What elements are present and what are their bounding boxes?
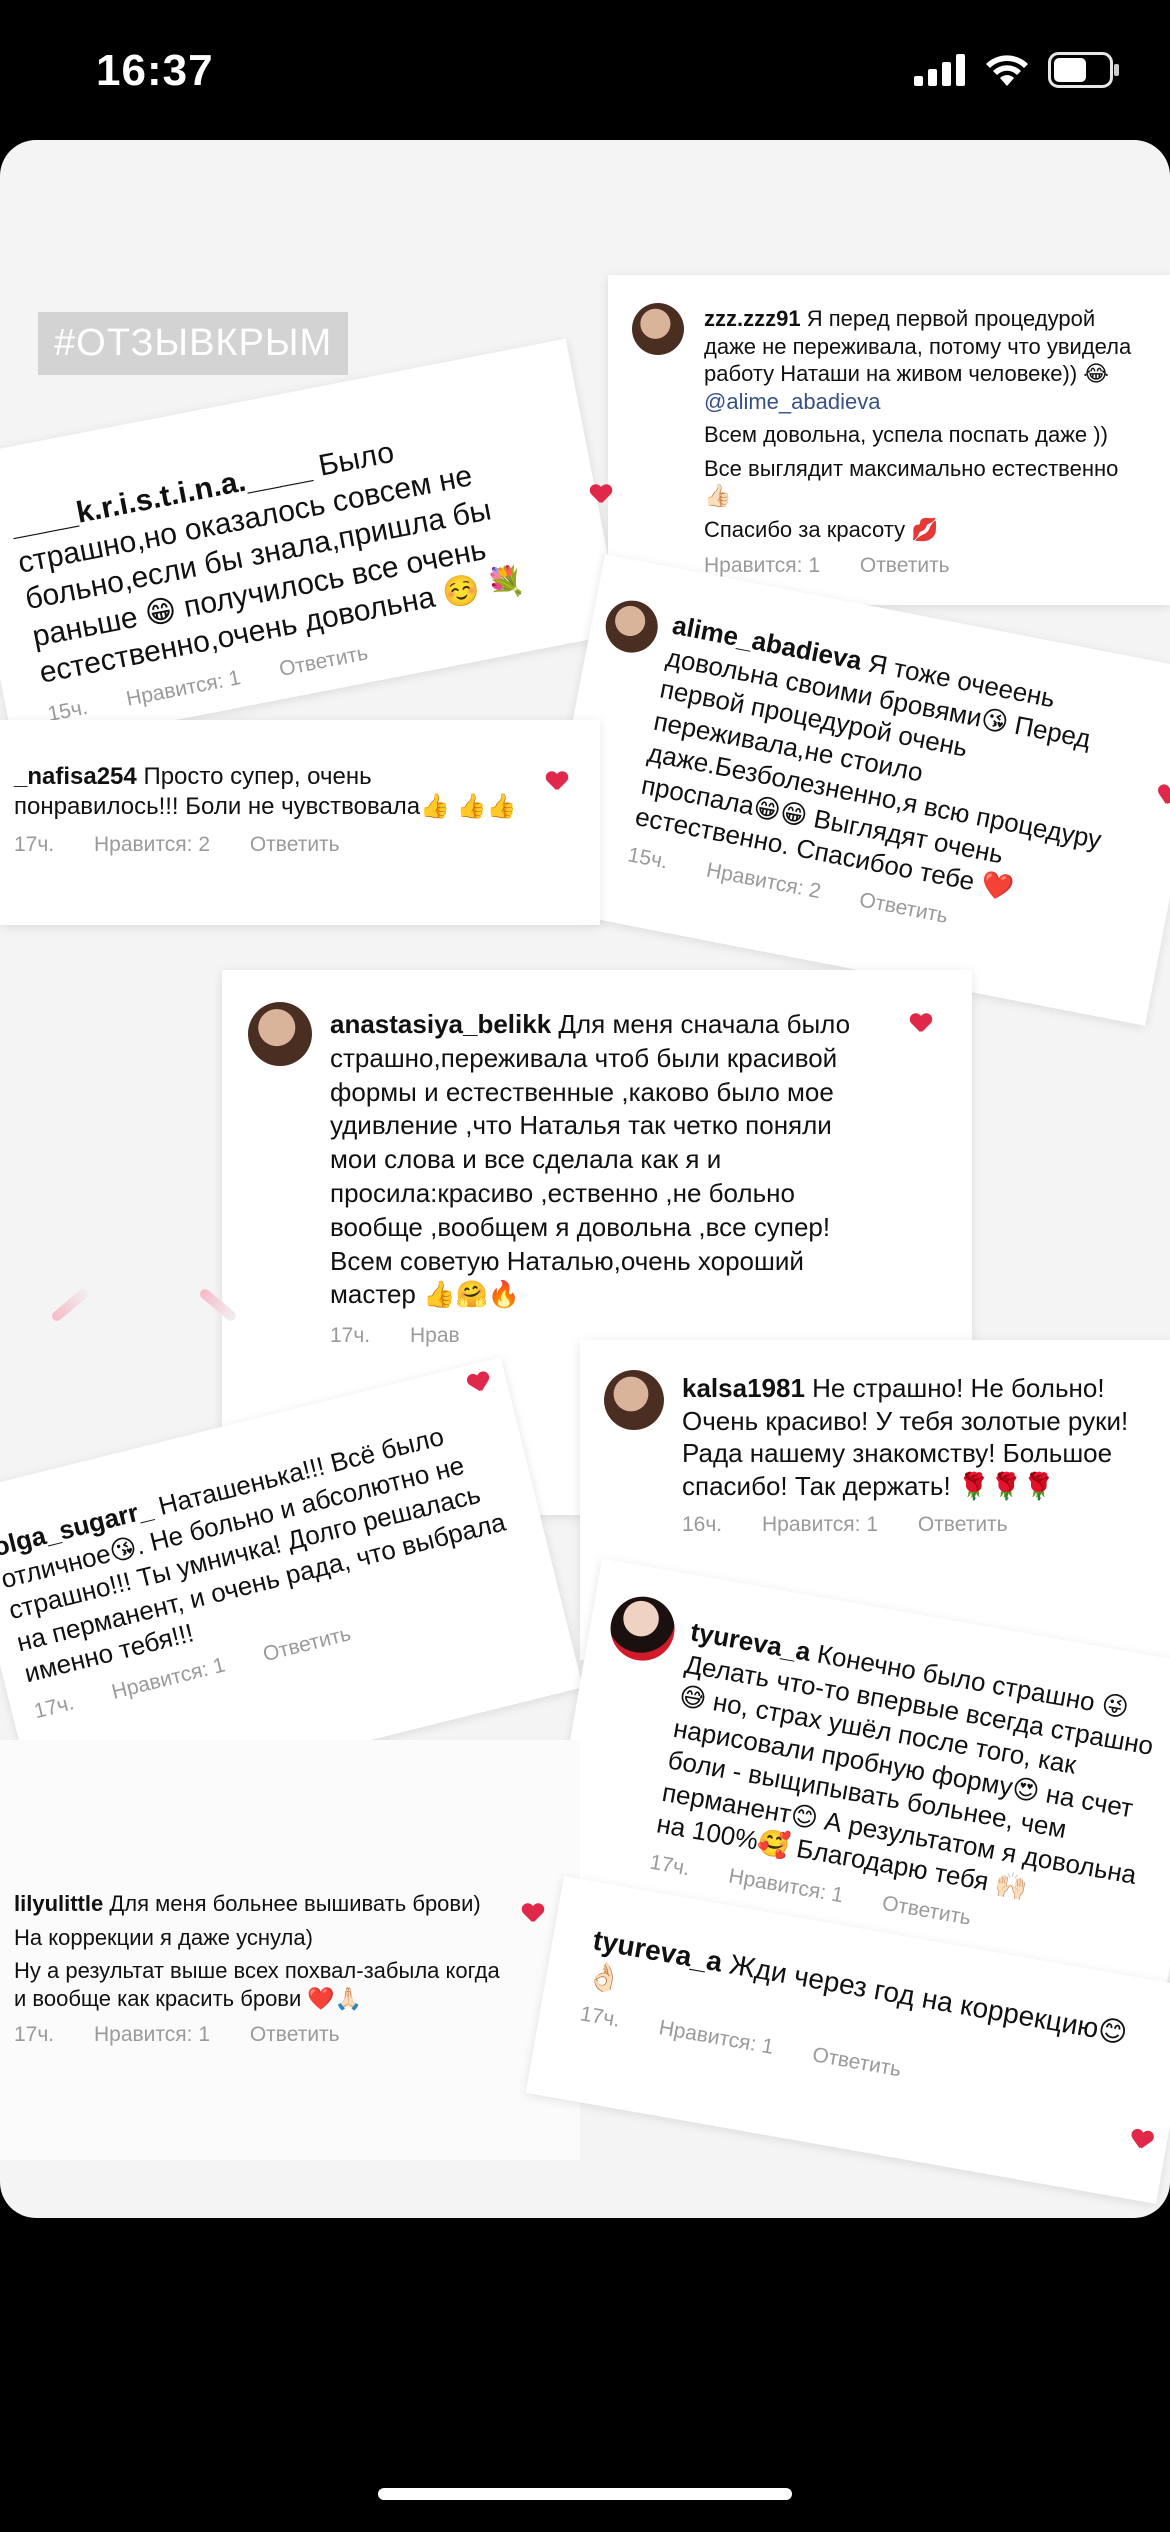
heart-icon[interactable] — [466, 1371, 492, 1396]
comment-username[interactable]: zzz.zzz91 — [704, 306, 801, 331]
comment-meta: Нравится: 1 Ответить — [704, 553, 1150, 579]
comment-time: 16ч. — [682, 1513, 723, 1536]
heart-icon[interactable] — [522, 1904, 544, 1924]
comment-likes[interactable]: Нравится: 1 — [727, 1864, 845, 1907]
reply-button[interactable]: Ответить — [277, 641, 370, 681]
comment-text-line: Всем советую Наталью,очень хороший масте… — [330, 1245, 804, 1310]
comment-likes[interactable]: Нравится: 1 — [94, 2023, 210, 2046]
comment-likes[interactable]: Нрав — [410, 1324, 460, 1347]
comment-time: 17ч. — [330, 1324, 371, 1348]
avatar[interactable] — [632, 303, 684, 355]
comment-username[interactable]: _nafisa254 — [14, 763, 137, 790]
comment-time: 17ч. — [31, 1690, 77, 1723]
reply-button[interactable]: Ответить — [250, 2023, 340, 2046]
comment-text-line: Всем довольна, успела поспать даже )) — [704, 422, 1108, 447]
heart-icon[interactable] — [910, 1014, 932, 1034]
comment-text-line: На коррекции я даже уснула) — [14, 1924, 313, 1950]
reply-button[interactable]: Ответить — [811, 2043, 903, 2081]
comment-text-line: Ну а результат выше всех похвал-забыла к… — [14, 1958, 500, 2011]
comment-username[interactable]: anastasiya_belikk — [330, 1009, 551, 1039]
avatar[interactable] — [605, 1591, 680, 1666]
heart-icon[interactable] — [546, 772, 568, 792]
comment-lilyu: lilyulittle Для меня больнее вышивать бр… — [0, 1740, 580, 2160]
comment-likes[interactable]: Нравится: 1 — [704, 554, 820, 577]
comment-meta: 16ч. Нравится: 1 Ответить — [682, 1512, 1140, 1538]
brush-decoration — [49, 1287, 91, 1323]
comment-alime: alime_abadieva Я тоже очееень довольна с… — [536, 554, 1170, 1026]
status-bar: 16:37 — [0, 0, 1170, 140]
home-indicator[interactable] — [378, 2488, 792, 2500]
battery-icon — [1048, 52, 1119, 88]
avatar[interactable] — [604, 1370, 664, 1430]
comment-time: 17ч. — [578, 2002, 622, 2032]
heart-icon[interactable] — [590, 485, 612, 505]
comment-likes[interactable]: Нравится: 1 — [657, 2016, 775, 2059]
comment-text: Для меня больнее вышивать брови) — [109, 1891, 481, 1916]
comment-time: 15ч. — [626, 842, 670, 874]
reply-button[interactable]: Ответить — [918, 1513, 1008, 1536]
reply-button[interactable]: Ответить — [858, 888, 951, 928]
comment-time: 17ч. — [648, 1850, 692, 1880]
status-time: 16:37 — [96, 46, 214, 95]
avatar[interactable] — [601, 596, 663, 658]
comment-text-line: Все выглядит максимально естественно 👍🏻 — [704, 455, 1119, 509]
comment-username[interactable]: lilyulittle — [14, 1891, 103, 1916]
reply-button[interactable]: Ответить — [860, 554, 950, 577]
comment-time: 17ч. — [14, 833, 55, 856]
hashtag-label: #ОТЗЫВКРЫМ — [38, 312, 349, 375]
status-icons — [914, 52, 1120, 88]
comment-likes[interactable]: Нравится: 1 — [762, 1513, 878, 1536]
heart-icon[interactable] — [1156, 784, 1170, 808]
reply-button[interactable]: Ответить — [881, 1891, 973, 1929]
comment-zzz: zzz.zzz91 Я перед первой процедурой даже… — [608, 275, 1170, 605]
wifi-icon — [986, 55, 1028, 86]
comment-kristina: ____k.r.i.s.t.i.n.a.____ Было страшно,но… — [0, 338, 623, 752]
comment-likes[interactable]: Нравится: 2 — [94, 833, 210, 856]
comment-nafisa: _nafisa254 Просто супер, очень понравило… — [0, 720, 600, 925]
comment-text: Для меня сначала было страшно,переживала… — [330, 1009, 851, 1242]
heart-icon[interactable] — [1129, 2129, 1154, 2153]
comment-meta: 17ч. Нравится: 1 Ответить — [14, 2022, 510, 2048]
comment-text-line: Спасибо за красоту 💋 — [704, 516, 939, 542]
story-image: #ОТЗЫВКРЫМ ____k.r.i.s.t.i.n.a.____ Было… — [0, 140, 1170, 2218]
comment-username[interactable]: kalsa1981 — [682, 1373, 805, 1403]
avatar[interactable] — [248, 1002, 312, 1066]
mention-link[interactable]: @alime_abadieva — [704, 389, 880, 414]
signal-icon — [914, 54, 965, 86]
comment-meta: 17ч. Нравится: 2 Ответить — [14, 832, 530, 858]
comment-time: 17ч. — [14, 2023, 55, 2046]
reply-button[interactable]: Ответить — [250, 833, 340, 856]
